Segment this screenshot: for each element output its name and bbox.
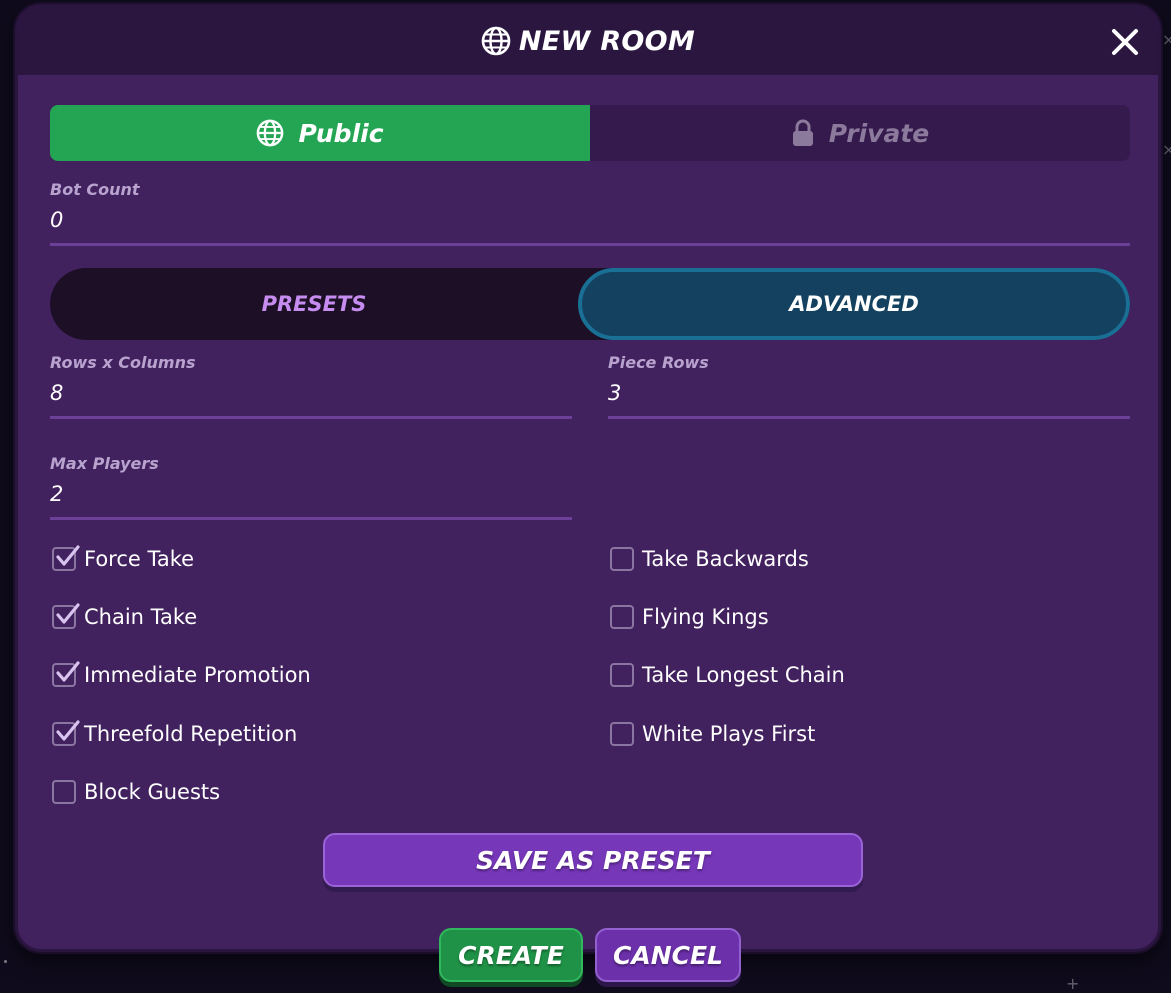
checkbox[interactable] [610,547,634,571]
checkbox[interactable] [610,722,634,746]
piece-rows-value: 3 [608,381,622,405]
mode-toggle: PRESETS ADVANCED [50,268,1130,340]
bot-count-value: 0 [50,208,64,232]
field-underline [50,416,572,419]
public-label: Public [298,118,384,148]
option-label: Flying Kings [642,605,769,629]
modal-title-text: NEW ROOM [518,25,696,57]
create-button[interactable]: CREATE [439,928,583,982]
modal-header: NEW ROOM [18,7,1158,75]
rows-columns-label: Rows x Columns [50,353,196,372]
checkmark-icon [56,720,80,741]
option-label: Block Guests [84,780,221,804]
rows-columns-field[interactable]: Rows x Columns 8 [50,353,572,419]
option-chain-take[interactable]: Chain Take [52,603,198,629]
field-underline [50,243,1130,246]
option-label: Take Longest Chain [642,663,845,687]
option-label: Force Take [84,547,195,571]
close-icon[interactable] [1110,27,1140,57]
checkbox[interactable] [52,780,76,804]
lock-icon [792,119,813,146]
visibility-toggle: Public Private [50,105,1130,161]
option-label: Chain Take [84,605,198,629]
checkmark-icon [56,661,80,682]
option-take-backwards[interactable]: Take Backwards [610,547,809,571]
option-force-take[interactable]: Force Take [52,545,195,571]
tab-advanced[interactable]: ADVANCED [578,268,1130,340]
background-star [4,960,7,963]
public-option[interactable]: Public [50,105,590,161]
bot-count-field[interactable]: Bot Count 0 [50,180,1130,246]
checkmark-icon [56,545,80,566]
checkbox[interactable] [52,720,80,746]
globe-icon [481,26,511,56]
save-as-preset-button[interactable]: SAVE AS PRESET [323,833,863,887]
modal-title: NEW ROOM [481,26,695,57]
private-label: Private [828,118,930,148]
option-immediate-promotion[interactable]: Immediate Promotion [52,661,311,687]
field-underline [608,416,1130,419]
option-block-guests[interactable]: Block Guests [52,780,220,804]
piece-rows-label: Piece Rows [608,353,709,372]
background-sparkle: × [1162,140,1171,159]
globe-icon [257,119,284,147]
bot-count-label: Bot Count [50,180,140,199]
max-players-label: Max Players [50,454,159,473]
checkbox[interactable] [52,603,80,629]
checkmark-icon [56,603,80,624]
option-label: Immediate Promotion [84,663,311,687]
option-threefold-repetition[interactable]: Threefold Repetition [52,720,298,746]
option-label: White Plays First [642,722,816,746]
checkbox[interactable] [52,545,80,571]
option-flying-kings[interactable]: Flying Kings [610,605,769,629]
option-take-longest-chain[interactable]: Take Longest Chain [610,663,845,687]
field-underline [50,517,572,520]
max-players-value: 2 [50,482,64,506]
checkbox[interactable] [52,661,80,687]
checkbox[interactable] [610,605,634,629]
checkbox[interactable] [610,663,634,687]
max-players-field[interactable]: Max Players 2 [50,454,572,520]
private-option[interactable]: Private [590,105,1130,161]
option-label: Take Backwards [642,547,809,571]
piece-rows-field[interactable]: Piece Rows 3 [608,353,1130,419]
option-white-plays-first[interactable]: White Plays First [610,722,815,746]
new-room-modal: NEW ROOM Public Private Bot Count 0 PRES… [15,4,1161,952]
option-label: Threefold Repetition [84,722,298,746]
background-sparkle: + [1066,974,1080,993]
tab-presets[interactable]: PRESETS [50,268,578,340]
background-sparkle: × [1162,30,1171,49]
cancel-button[interactable]: CANCEL [595,928,741,982]
rows-columns-value: 8 [50,381,64,405]
